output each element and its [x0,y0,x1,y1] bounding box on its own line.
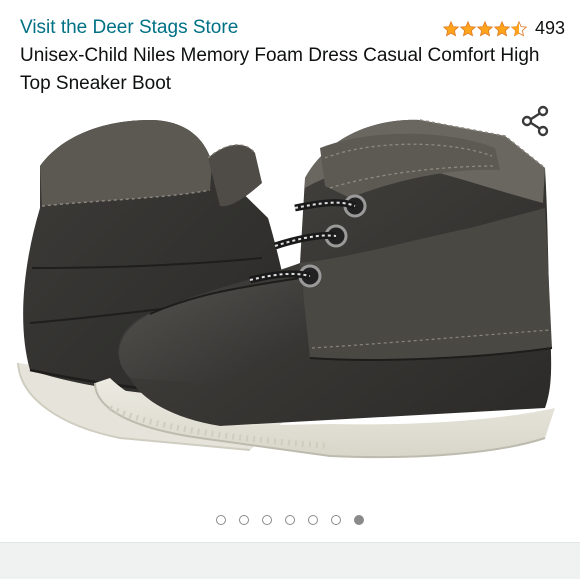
review-count[interactable]: 493 [535,14,565,42]
star-rating [443,20,527,37]
product-image[interactable] [0,108,580,498]
carousel-dot[interactable] [285,515,295,525]
stars-icon [443,20,527,36]
image-carousel-indicator [0,515,580,529]
rating-summary[interactable]: 493 [443,14,565,42]
carousel-dot-active[interactable] [354,515,364,525]
store-link[interactable]: Visit the Deer Stags Store [20,14,238,42]
product-title: Unisex-Child Niles Memory Foam Dress Cas… [20,45,540,94]
carousel-dot[interactable] [239,515,249,525]
section-divider [0,542,580,579]
carousel-dot[interactable] [331,515,341,525]
carousel-dot[interactable] [216,515,226,525]
carousel-dot[interactable] [262,515,272,525]
header-row: Visit the Deer Stags Store 493 [20,14,565,42]
product-page: Visit the Deer Stags Store 493 Unisex-Ch… [0,0,580,579]
carousel-dot[interactable] [308,515,318,525]
